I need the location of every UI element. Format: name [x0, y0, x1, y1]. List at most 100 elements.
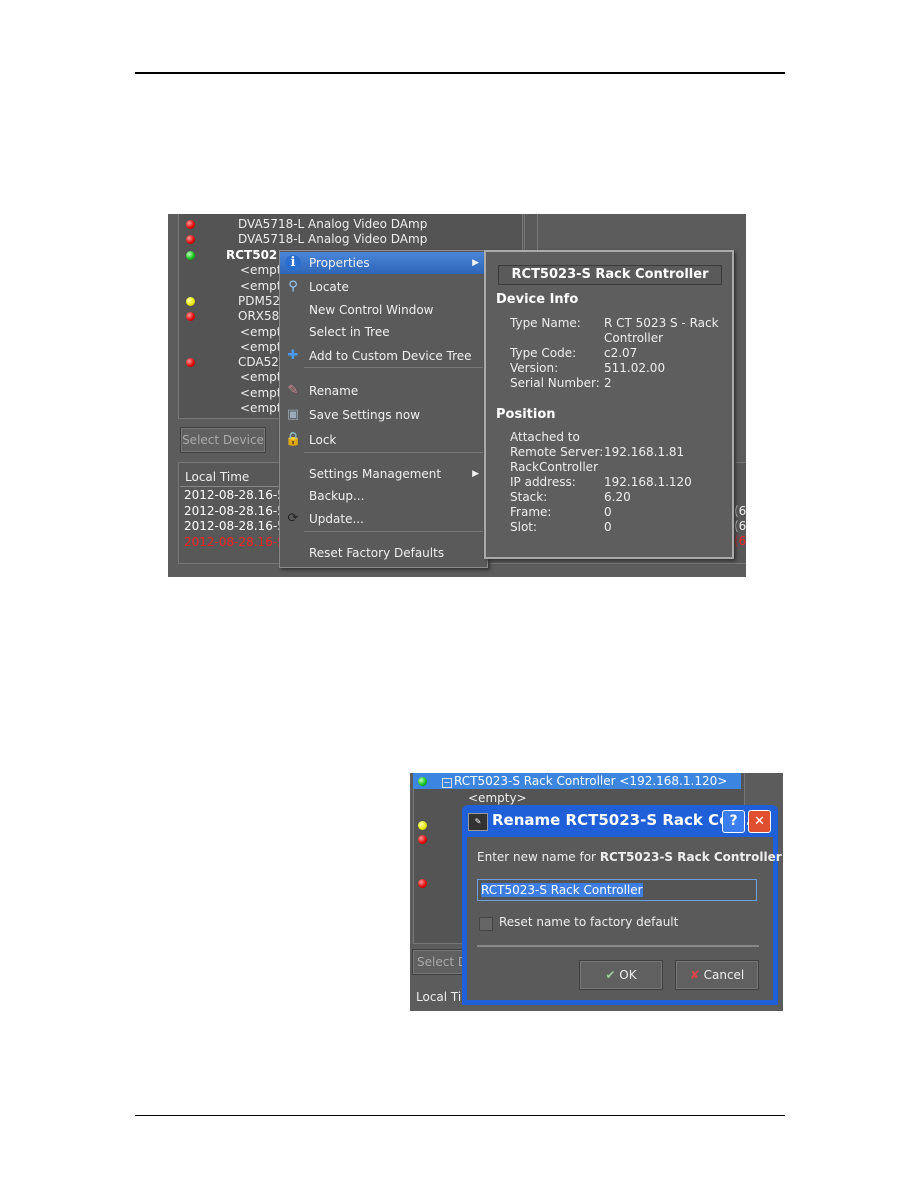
slot-label: Slot: [510, 520, 538, 534]
name-input-value: RCT5023-S Rack Controller [481, 883, 643, 897]
ip-value: 192.168.1.120 [604, 475, 692, 489]
prompt-device-name: RCT5023-S Rack Controller [599, 850, 782, 864]
reset-name-label[interactable]: Reset name to factory default [499, 915, 678, 929]
divider [477, 945, 759, 947]
version-label: Version: [510, 361, 559, 375]
submenu-arrow-icon: ▶ [472, 469, 479, 479]
menu-item-label: Settings Management [309, 467, 442, 481]
dialog-body: Enter new name for RCT5023-S Rack Contro… [467, 837, 782, 1000]
menu-item-rename[interactable]: ✎ Rename [280, 380, 485, 402]
menu-item-add-to-custom-device-tree[interactable]: ✚ Add to Custom Device Tree [280, 345, 485, 367]
menu-item-label: Rename [309, 384, 359, 398]
menu-item-reset-factory-defaults[interactable]: Reset Factory Defaults [280, 542, 485, 564]
type-name-value: R CT 5023 S - Rack [604, 316, 719, 330]
close-button[interactable]: ✕ [748, 810, 771, 833]
ok-button[interactable]: ✔ OK [579, 960, 663, 990]
type-name-label: Type Name: [510, 316, 581, 330]
menu-item-settings-management[interactable]: Settings Management ▶ [280, 463, 485, 485]
remote-server-label: Remote Server: [510, 445, 604, 459]
device-info-heading: Device Info [496, 292, 579, 307]
log-cell: (6 [734, 504, 746, 518]
select-device-button[interactable]: Select Device [180, 427, 266, 453]
rack-controller-label: RackController [510, 460, 599, 474]
info-icon: i [285, 255, 301, 271]
menu-item-backup[interactable]: Backup... [280, 485, 485, 507]
log-header-local-time[interactable]: Local Time [185, 470, 249, 484]
pencil-icon: ✎ [287, 383, 299, 398]
menu-item-properties[interactable]: i Properties ▶ [280, 252, 485, 274]
slot-value: 0 [604, 520, 612, 534]
frame-value: 0 [604, 505, 612, 519]
footer-rule [135, 1115, 785, 1116]
remote-server-value: 192.168.1.81 [604, 445, 685, 459]
context-menu-screenshot: DVA5718-L Analog Video DAmp DVA5718-L Ana… [168, 214, 746, 577]
menu-item-label: Locate [309, 280, 349, 294]
log-cell: (6 [734, 519, 746, 533]
stack-value: 6.20 [604, 490, 631, 504]
menu-item-label: New Control Window [309, 303, 434, 317]
log-row[interactable]: 2012-08-28.16-5 [184, 504, 285, 518]
menu-item-save-settings-now[interactable]: ▣ Save Settings now [280, 404, 485, 426]
menu-item-new-control-window[interactable]: New Control Window [280, 299, 485, 321]
menu-separator [304, 452, 483, 453]
tree-item[interactable]: DVA5718-L Analog Video DAmp [238, 232, 427, 246]
reset-name-checkbox[interactable] [479, 917, 493, 931]
menu-item-locate[interactable]: ⚲ Locate [280, 276, 485, 298]
rename-dialog: ✎ Rename RCT5023-S Rack Con... ? ✕ Enter… [462, 805, 782, 1005]
tree-item[interactable]: RCT502 [226, 248, 277, 262]
plus-icon: ✚ [287, 348, 299, 363]
refresh-icon: ⟳ [287, 511, 299, 526]
tree-item[interactable]: CDA52 [238, 355, 279, 369]
menu-item-update[interactable]: ⟳ Update... [280, 508, 485, 530]
app-icon: ✎ [468, 813, 488, 831]
menu-item-label: Select in Tree [309, 325, 390, 339]
cancel-button[interactable]: ✘ Cancel [675, 960, 759, 990]
log-row[interactable]: 2012-08-28.16-5 [184, 488, 285, 502]
menu-item-label: Lock [309, 433, 337, 447]
status-red-icon [418, 835, 427, 844]
tree-selected-label[interactable]: − RCT5023-S Rack Controller <192.168.1.12… [442, 774, 727, 788]
menu-item-label: Backup... [309, 489, 365, 503]
log-cell: (6 [734, 534, 746, 548]
floppy-icon: ▣ [286, 407, 300, 422]
status-red-icon [186, 220, 195, 229]
ip-label: IP address: [510, 475, 576, 489]
attached-to: Attached to [510, 430, 580, 444]
properties-title: RCT5023-S Rack Controller [498, 265, 722, 285]
properties-popup: RCT5023-S Rack Controller Device Info Ty… [484, 250, 734, 559]
log-row[interactable]: 2012-08-28.16-5 [184, 535, 285, 549]
context-menu: i Properties ▶ ⚲ Locate New Control Window Sel… [279, 250, 488, 568]
tree-child-empty[interactable]: <empty> [468, 791, 527, 805]
x-icon: ✘ [689, 968, 700, 982]
tree-item[interactable]: ORX58 [238, 309, 279, 323]
status-green-icon [186, 251, 195, 260]
menu-item-label: Update... [309, 512, 364, 526]
menu-item-label: Add to Custom Device Tree [309, 349, 472, 363]
position-heading: Position [496, 407, 556, 422]
magnifier-icon: ⚲ [288, 279, 298, 294]
divider [180, 486, 280, 487]
tree-item[interactable]: PDM52 [238, 294, 280, 308]
type-code-value: c2.07 [604, 346, 638, 360]
status-yellow-icon [186, 296, 195, 306]
menu-item-lock[interactable]: 🔒 Lock [280, 429, 485, 451]
lock-icon: 🔒 [285, 432, 302, 447]
menu-item-label: Save Settings now [309, 408, 421, 422]
prompt-text: Enter new name for [477, 850, 600, 864]
status-yellow-icon [418, 821, 427, 830]
frame-label: Frame: [510, 505, 552, 519]
type-code-label: Type Code: [510, 346, 577, 360]
name-input[interactable]: RCT5023-S Rack Controller [477, 879, 757, 901]
menu-item-label: Properties [309, 256, 370, 270]
tree-item[interactable]: DVA5718-L Analog Video DAmp [238, 217, 427, 231]
serial-label: Serial Number: [510, 376, 600, 390]
rename-prompt: Enter new name for RCT5023-S Rack Contro… [477, 850, 782, 864]
rename-dialog-screenshot: − RCT5023-S Rack Controller <192.168.1.12… [410, 773, 783, 1011]
collapse-icon[interactable]: − [442, 778, 452, 788]
help-button[interactable]: ? [722, 810, 745, 833]
menu-separator [304, 367, 483, 368]
stack-label: Stack: [510, 490, 548, 504]
status-red-icon [418, 879, 427, 888]
menu-item-select-in-tree[interactable]: Select in Tree [280, 321, 485, 343]
log-row[interactable]: 2012-08-28.16-5 [184, 519, 285, 533]
